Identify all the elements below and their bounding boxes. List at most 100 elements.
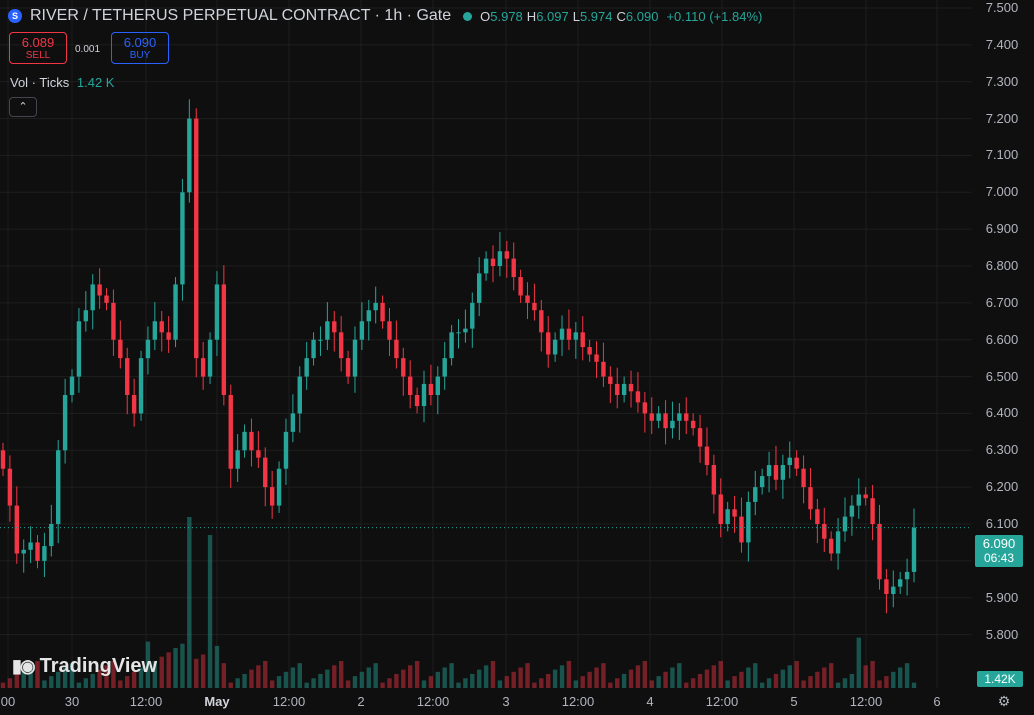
sell-button[interactable]: 6.089 SELL (9, 32, 67, 64)
volume-bar (628, 669, 634, 688)
volume-legend[interactable]: Vol · Ticks 1.42 K (10, 75, 114, 90)
candle-body (773, 465, 779, 480)
candle-body (808, 487, 813, 510)
candle-body (642, 402, 648, 414)
volume-bar (801, 680, 806, 688)
volume-bar (828, 663, 834, 688)
candle-body (559, 328, 565, 340)
symbol-logo-icon: S (8, 9, 22, 23)
price-scale-label: 7.300 (985, 73, 1019, 89)
candle-body (580, 332, 585, 348)
volume-bar (891, 671, 896, 688)
volume-bar (518, 667, 523, 688)
volume-bar (539, 678, 544, 688)
candle-body (794, 457, 799, 469)
volume-bar (207, 535, 213, 688)
candle-body (235, 450, 240, 469)
volume-bar (711, 665, 717, 688)
candle-body (608, 376, 613, 384)
volume-bar (842, 678, 848, 688)
candle-body (249, 431, 254, 451)
candle-body (297, 376, 302, 414)
volume-bar (766, 678, 772, 688)
volume-bar (214, 645, 220, 688)
time-scale-label: 30 (64, 694, 80, 709)
candle-body (111, 302, 116, 340)
candle-body (325, 321, 330, 340)
price-scale-label: 7.400 (985, 36, 1019, 52)
volume-bar (808, 676, 813, 688)
candle-body (380, 302, 385, 322)
volume-tag: 1.42K (977, 671, 1023, 687)
candle-body (69, 376, 75, 395)
time-scale-label: 12:00 (561, 694, 595, 709)
candle-body (497, 251, 503, 266)
volume-bar (753, 663, 758, 688)
chevron-up-icon[interactable]: ⌃ (9, 97, 37, 117)
candle-body (7, 468, 13, 506)
volume-bar (904, 663, 910, 688)
candle-body (304, 358, 309, 377)
candle-body (615, 383, 620, 395)
volume-bar (304, 682, 309, 688)
candle-body (863, 494, 868, 499)
price-scale-label: 7.100 (985, 147, 1019, 163)
candlestick-chart[interactable] (0, 0, 1034, 715)
volume-bar (0, 682, 6, 688)
volume-bar (897, 667, 903, 688)
candle-body (428, 383, 434, 395)
volume-bar (42, 680, 47, 688)
candle-body (338, 332, 344, 359)
candle-body (856, 494, 861, 506)
volume-bar (366, 667, 371, 688)
gear-icon[interactable]: ⚙ (996, 693, 1012, 709)
volume-bar (456, 682, 461, 688)
volume-bar (187, 517, 192, 688)
volume-bar (435, 671, 440, 688)
time-scale-label: 12:00 (705, 694, 739, 709)
candle-body (753, 487, 758, 502)
volume-bar (345, 680, 351, 688)
candle-body (269, 487, 275, 506)
candle-body (815, 509, 820, 524)
volume-bar (621, 673, 627, 688)
volume-bar (835, 682, 841, 688)
candle-body (83, 310, 89, 322)
candle-body (849, 505, 855, 517)
volume-bar (76, 682, 82, 688)
buy-button[interactable]: 6.090 BUY (111, 32, 169, 64)
time-scale-label: 00 (0, 694, 16, 709)
candle-body (276, 468, 282, 506)
candle-body (145, 339, 151, 359)
volume-bar (318, 673, 323, 688)
price-scale-label: 7.200 (985, 110, 1019, 126)
market-status-dot-icon (463, 11, 473, 21)
sell-price: 6.089 (21, 35, 55, 50)
volume-bar (746, 667, 751, 688)
volume-bar (290, 667, 296, 688)
volume-bar (615, 678, 620, 688)
volume-bar (856, 637, 861, 688)
symbol-title[interactable]: RIVER / TETHERUS PERPETUAL CONTRACT · 1h… (30, 7, 451, 25)
candle-body (525, 295, 530, 303)
volume-bar (559, 665, 565, 688)
volume-bar (228, 682, 233, 688)
volume-bar (822, 667, 827, 688)
buy-label: BUY (129, 50, 151, 61)
last-price-value: 6.090 (982, 536, 1016, 551)
candle-body (877, 524, 882, 580)
volume-bar (684, 682, 689, 688)
volume-bar (449, 663, 454, 688)
volume-bar (780, 669, 786, 688)
time-scale-label: 2 (357, 694, 365, 709)
volume-bar (332, 665, 337, 688)
candle-body (14, 505, 20, 554)
volume-bar (656, 676, 661, 688)
volume-bar (787, 665, 792, 688)
candle-body (587, 347, 592, 355)
candle-body (359, 321, 365, 340)
volume-bar (573, 680, 579, 688)
candle-body (366, 310, 371, 322)
volume-bar (428, 676, 434, 688)
candle-body (21, 549, 26, 554)
